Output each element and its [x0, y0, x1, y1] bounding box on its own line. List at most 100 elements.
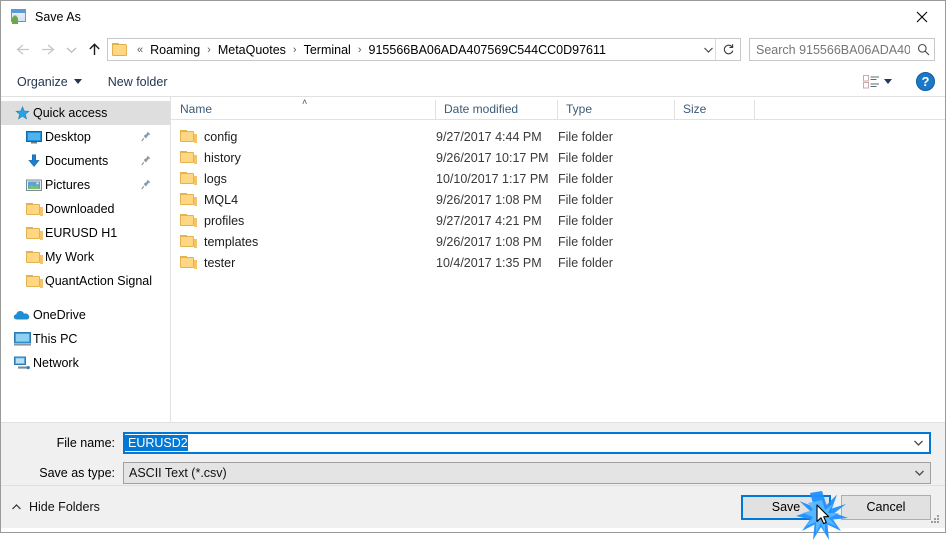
- filetype-select[interactable]: ASCII Text (*.csv): [123, 462, 931, 484]
- filename-label: File name:: [56, 436, 115, 450]
- folder-icon: [23, 272, 45, 290]
- column-header-date-modified[interactable]: Date modified: [435, 100, 557, 119]
- navigation-bar: « Roaming › MetaQuotes › Terminal › 9155…: [1, 32, 945, 67]
- folder-icon: [180, 151, 197, 164]
- row-name-cell: config: [171, 130, 435, 144]
- view-layout-icon[interactable]: [859, 72, 896, 92]
- breadcrumb-item-1[interactable]: MetaQuotes: [216, 43, 288, 57]
- chevron-down-icon[interactable]: [908, 439, 929, 447]
- cancel-button[interactable]: Cancel: [841, 494, 931, 520]
- chevron-up-icon: [11, 500, 22, 514]
- sidebar-item-label: OneDrive: [33, 308, 86, 322]
- back-icon[interactable]: [9, 37, 35, 63]
- new-folder-label: New folder: [107, 74, 168, 89]
- pin-icon[interactable]: [141, 155, 151, 169]
- sidebar-item-pictures[interactable]: Pictures: [1, 173, 170, 197]
- hide-folders-button[interactable]: Hide Folders: [11, 500, 100, 514]
- sidebar-item-label: Network: [33, 356, 79, 370]
- breadcrumb-sep-0: ›: [207, 43, 211, 56]
- sidebar-item-downloaded[interactable]: Downloaded: [1, 197, 170, 221]
- sidebar-item-label: Documents: [45, 154, 109, 168]
- breadcrumb-item-0[interactable]: Roaming: [148, 43, 202, 57]
- sidebar-item-desktop[interactable]: Desktop: [1, 125, 170, 149]
- table-row[interactable]: tester 10/4/2017 1:35 PM File folder: [171, 252, 945, 273]
- chevron-down-icon: [884, 79, 892, 84]
- sidebar-item-documents[interactable]: Documents: [1, 149, 170, 173]
- sidebar-item-quick-access[interactable]: Quick access: [1, 101, 170, 125]
- sidebar-item-label: Downloaded: [45, 202, 115, 216]
- desktop-icon: [23, 128, 45, 146]
- table-row[interactable]: profiles 9/27/2017 4:21 PM File folder: [171, 210, 945, 231]
- row-date-cell: 9/27/2017 4:21 PM: [436, 213, 542, 228]
- pin-icon[interactable]: [141, 131, 151, 145]
- sidebar-item-this-pc[interactable]: This PC: [1, 327, 170, 351]
- row-type-cell: File folder: [558, 192, 613, 207]
- breadcrumb-overflow[interactable]: «: [132, 44, 148, 56]
- organize-button[interactable]: Organize: [17, 75, 82, 89]
- row-name-cell: history: [171, 151, 435, 165]
- folder-icon: [180, 256, 197, 269]
- filename-value: EURUSD2: [125, 435, 188, 451]
- chevron-down-icon[interactable]: [909, 469, 930, 477]
- pictures-icon: [23, 176, 45, 194]
- folder-icon: [180, 235, 197, 248]
- footer-buttons: Save Cancel: [741, 494, 931, 520]
- chevron-down-icon: [73, 79, 82, 84]
- folder-icon: [180, 172, 197, 185]
- computer-icon: [11, 330, 33, 348]
- command-toolbar: Organize New folder ?: [1, 67, 945, 97]
- table-row[interactable]: config 9/27/2017 4:44 PM File folder: [171, 126, 945, 147]
- save-button[interactable]: Save: [741, 494, 831, 520]
- column-header-type[interactable]: Type: [557, 100, 674, 119]
- search-box[interactable]: [749, 38, 935, 61]
- sidebar-item-label: EURUSD H1: [45, 226, 118, 240]
- sidebar-item-my-work[interactable]: My Work: [1, 245, 170, 269]
- breadcrumb-item-3[interactable]: 915566BA06ADA407569C544CC0D97611: [367, 43, 608, 57]
- new-folder-button[interactable]: New folder: [108, 75, 168, 89]
- sidebar-item-eurusd-h1[interactable]: EURUSD H1: [1, 221, 170, 245]
- row-type-cell: File folder: [558, 150, 613, 165]
- sidebar-item-label: Pictures: [45, 178, 91, 192]
- filetype-value: ASCII Text (*.csv): [129, 466, 227, 480]
- sidebar-item-network[interactable]: Network: [1, 351, 170, 375]
- search-input[interactable]: [750, 41, 912, 58]
- sidebar-item-quantaction-signal[interactable]: QuantAction Signal: [1, 269, 170, 293]
- sidebar-item-label: This PC: [33, 332, 78, 346]
- column-header-filler: [754, 100, 945, 119]
- column-header-size[interactable]: Size: [674, 100, 754, 119]
- up-icon[interactable]: [81, 37, 107, 63]
- row-name-label: logs: [204, 171, 227, 186]
- forward-icon[interactable]: [35, 37, 61, 63]
- refresh-icon[interactable]: [715, 39, 740, 60]
- pin-icon[interactable]: [141, 179, 151, 193]
- save-as-app-icon: [10, 8, 27, 25]
- row-name-label: profiles: [204, 213, 245, 228]
- navigation-pane: Quick access Desktop Documents Pictures …: [1, 97, 171, 422]
- row-name-cell: profiles: [171, 214, 435, 228]
- folder-icon: [23, 248, 45, 266]
- table-row[interactable]: templates 9/26/2017 1:08 PM File folder: [171, 231, 945, 252]
- star-icon: [11, 104, 33, 122]
- table-row[interactable]: history 9/26/2017 10:17 PM File folder: [171, 147, 945, 168]
- row-date-cell: 9/26/2017 1:08 PM: [436, 192, 542, 207]
- help-button[interactable]: ?: [916, 72, 935, 91]
- folder-icon: [180, 214, 197, 227]
- table-row[interactable]: MQL4 9/26/2017 1:08 PM File folder: [171, 189, 945, 210]
- close-icon[interactable]: [899, 1, 945, 32]
- row-type-cell: File folder: [558, 213, 613, 228]
- address-dropdown-icon[interactable]: [701, 40, 715, 60]
- sidebar-item-onedrive[interactable]: OneDrive: [1, 303, 170, 327]
- filename-input[interactable]: EURUSD2: [123, 432, 931, 454]
- breadcrumb-sep-2: ›: [357, 43, 362, 56]
- network-icon: [11, 354, 33, 372]
- table-row[interactable]: logs 10/10/2017 1:17 PM File folder: [171, 168, 945, 189]
- sidebar-item-label: Desktop: [45, 130, 91, 144]
- folder-icon: [112, 43, 128, 56]
- resize-grip[interactable]: [931, 515, 941, 525]
- breadcrumb-item-2[interactable]: Terminal: [302, 43, 353, 57]
- recent-locations-icon[interactable]: [61, 37, 81, 63]
- address-bar[interactable]: « Roaming › MetaQuotes › Terminal › 9155…: [107, 38, 741, 61]
- sidebar-item-label: Quick access: [33, 106, 108, 120]
- row-date-cell: 10/4/2017 1:35 PM: [436, 255, 542, 270]
- row-name-label: templates: [204, 234, 259, 249]
